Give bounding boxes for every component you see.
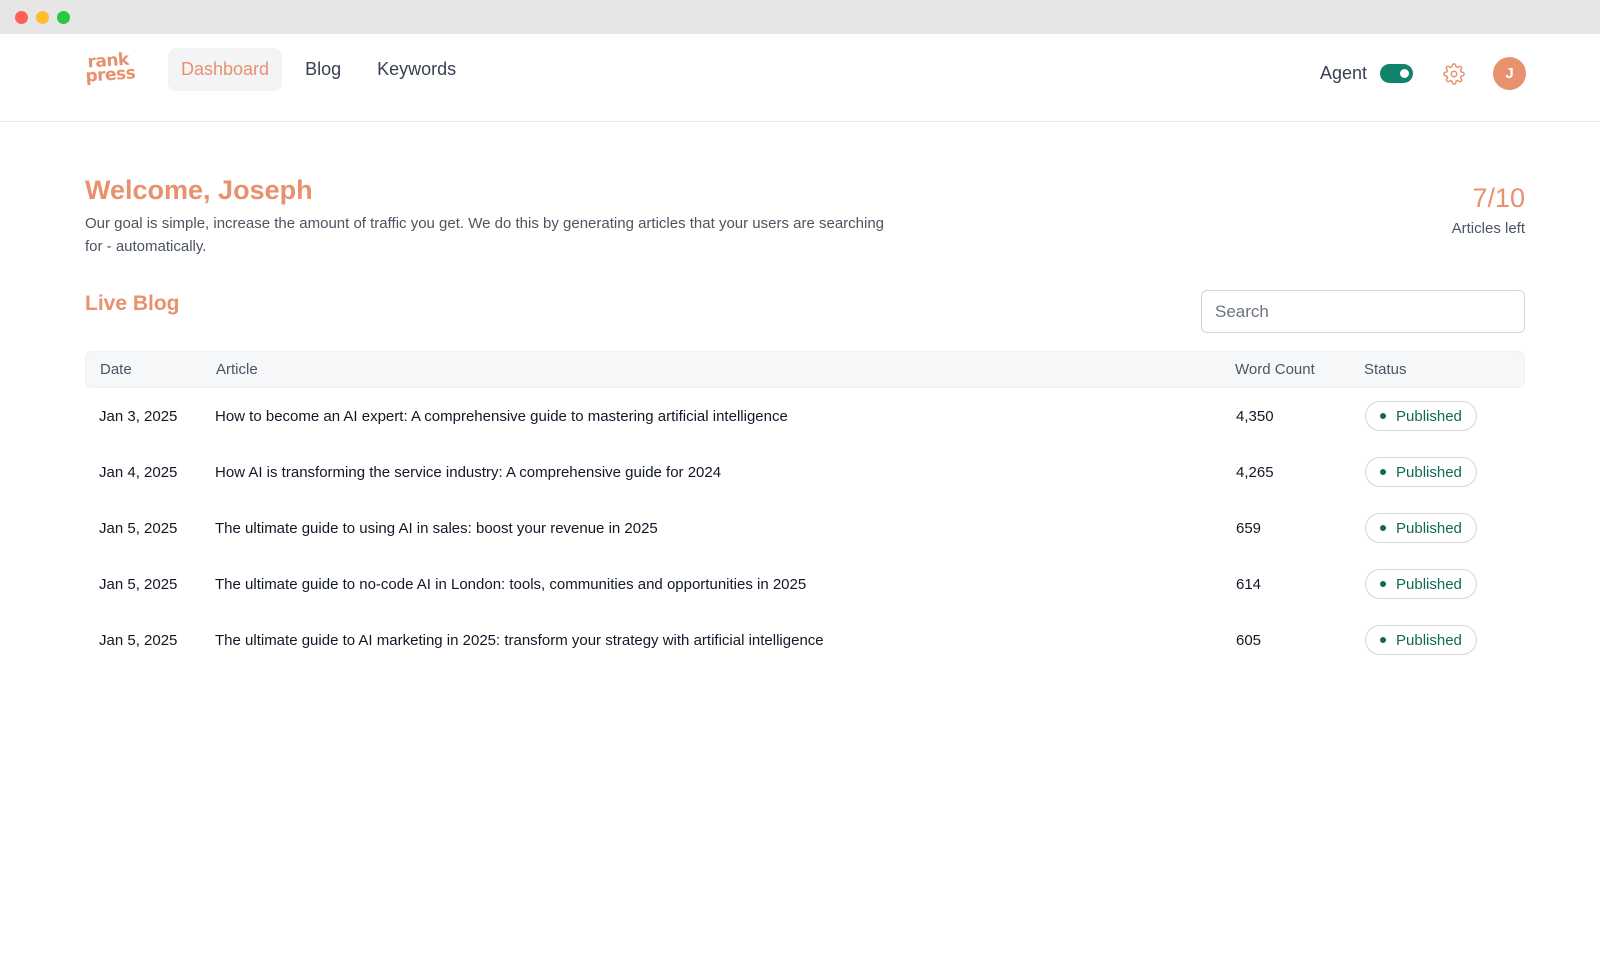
nav-keywords[interactable]: Keywords: [364, 48, 469, 91]
row-article-title[interactable]: The ultimate guide to no-code AI in Lond…: [215, 576, 1236, 593]
status-badge: Published: [1365, 457, 1477, 487]
status-badge: Published: [1365, 569, 1477, 599]
row-status-cell: Published: [1365, 569, 1525, 599]
row-date: Jan 5, 2025: [99, 631, 178, 649]
rankpress-logo[interactable]: rank press: [84, 50, 136, 87]
main-nav: Dashboard Blog Keywords: [168, 48, 469, 91]
nav-actions: Agent J: [1320, 57, 1526, 90]
agent-toggle[interactable]: [1380, 64, 1413, 83]
status-badge: Published: [1365, 625, 1477, 655]
row-article-title[interactable]: How AI is transforming the service indus…: [215, 464, 1236, 481]
table-row[interactable]: Jan 5, 2025 The ultimate guide to using …: [85, 500, 1525, 556]
articles-left-card: 7/10 Articles left: [1452, 183, 1525, 237]
row-status-cell: Published: [1365, 401, 1525, 431]
articles-left-label: Articles left: [1451, 220, 1525, 237]
close-window-icon[interactable]: [15, 10, 28, 24]
status-dot-icon: [1380, 413, 1386, 419]
row-status-cell: Published: [1365, 513, 1525, 543]
agent-label: Agent: [1319, 63, 1367, 83]
row-word-count: 605: [1236, 631, 1262, 649]
row-article-title[interactable]: How to become an AI expert: A comprehens…: [215, 408, 1236, 425]
top-navigation: rank press Dashboard Blog Keywords Agent…: [0, 34, 1600, 122]
status-text: Published: [1396, 575, 1462, 593]
window-titlebar: [0, 0, 1600, 34]
column-header-word-count[interactable]: Word Count: [1235, 361, 1364, 378]
row-word-count: 614: [1236, 575, 1262, 593]
user-avatar[interactable]: J: [1493, 57, 1526, 90]
row-word-count: 4,350: [1236, 407, 1274, 425]
search-input[interactable]: [1201, 290, 1525, 333]
nav-dashboard[interactable]: Dashboard: [168, 48, 283, 91]
row-status-cell: Published: [1365, 625, 1525, 655]
status-text: Published: [1396, 519, 1462, 537]
row-date: Jan 3, 2025: [99, 407, 178, 425]
articles-left-count: 7/10: [1472, 183, 1525, 213]
status-dot-icon: [1380, 469, 1386, 475]
table-row[interactable]: Jan 5, 2025 The ultimate guide to AI mar…: [85, 612, 1525, 668]
column-header-date[interactable]: Date: [86, 361, 216, 378]
table-row[interactable]: Jan 5, 2025 The ultimate guide to no-cod…: [85, 556, 1525, 612]
intro-text: Our goal is simple, increase the amount …: [85, 215, 885, 255]
articles-table: Date Article Word Count Status Jan 3, 20…: [85, 351, 1525, 668]
row-article-title[interactable]: The ultimate guide to AI marketing in 20…: [215, 632, 1236, 649]
table-row[interactable]: Jan 3, 2025 How to become an AI expert: …: [85, 388, 1525, 444]
column-header-status[interactable]: Status: [1364, 361, 1524, 378]
minimize-window-icon[interactable]: [36, 10, 49, 24]
row-word-count: 4,265: [1236, 463, 1274, 481]
table-row[interactable]: Jan 4, 2025 How AI is transforming the s…: [85, 444, 1525, 500]
column-header-article[interactable]: Article: [216, 361, 1235, 378]
live-blog-title: Live Blog: [85, 292, 180, 315]
status-dot-icon: [1380, 525, 1386, 531]
status-badge: Published: [1365, 513, 1477, 543]
status-dot-icon: [1380, 637, 1386, 643]
row-date: Jan 4, 2025: [99, 463, 178, 481]
row-date: Jan 5, 2025: [99, 519, 178, 537]
status-badge: Published: [1365, 401, 1477, 431]
logo-line-2: press: [84, 63, 136, 87]
gear-icon[interactable]: [1443, 62, 1465, 85]
status-dot-icon: [1380, 581, 1386, 587]
page-title: Welcome, Joseph: [85, 175, 313, 205]
table-header: Date Article Word Count Status: [85, 351, 1525, 388]
row-date: Jan 5, 2025: [99, 575, 178, 593]
status-text: Published: [1396, 463, 1462, 481]
row-word-count: 659: [1236, 519, 1262, 537]
dashboard-main: Welcome, Joseph Our goal is simple, incr…: [85, 175, 1525, 655]
toggle-knob: [1400, 69, 1409, 78]
maximize-window-icon[interactable]: [57, 10, 70, 24]
row-status-cell: Published: [1365, 457, 1525, 487]
status-text: Published: [1396, 631, 1462, 649]
nav-blog[interactable]: Blog: [292, 48, 354, 91]
status-text: Published: [1396, 407, 1462, 425]
browser-window: rank press Dashboard Blog Keywords Agent…: [0, 0, 1600, 955]
row-article-title[interactable]: The ultimate guide to using AI in sales:…: [215, 520, 1236, 537]
